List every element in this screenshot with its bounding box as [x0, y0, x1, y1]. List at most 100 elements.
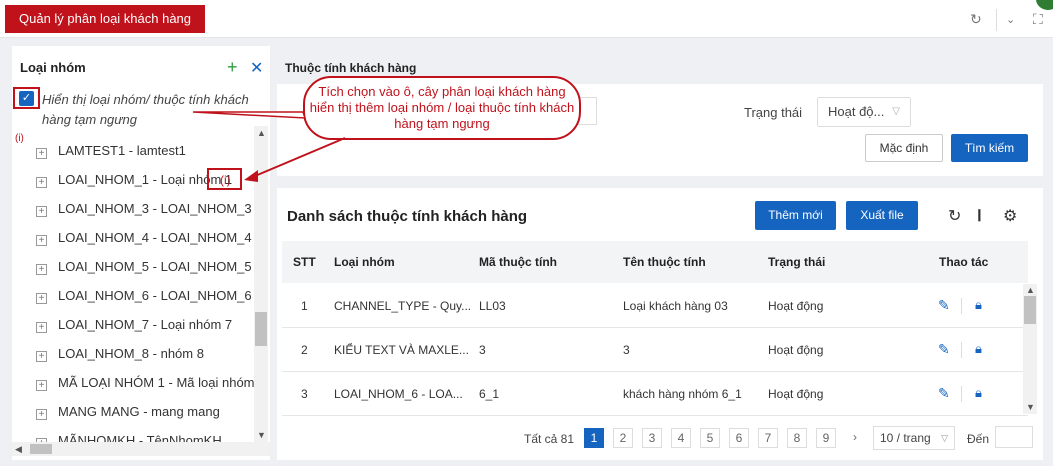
edit-icon[interactable]: ✎: [938, 341, 950, 358]
scroll-down-icon[interactable]: ▼: [1026, 402, 1035, 412]
expand-icon[interactable]: +: [36, 148, 47, 159]
cell-group: KIỂU TEXT VÀ MAXLE...: [334, 343, 469, 357]
tree-item-label: LAMTEST1 - lamtest1: [58, 143, 186, 158]
expand-icon[interactable]: +: [36, 380, 47, 391]
page-button[interactable]: 1: [584, 428, 604, 448]
app-title-tab[interactable]: Quản lý phân loại khách hàng: [5, 5, 206, 33]
table-header: STT Loại nhóm Mã thuộc tính Tên thuộc tí…: [282, 241, 1028, 283]
tree-item-label: LOAI_NHOM_7 - Loại nhóm 7: [58, 317, 233, 332]
expand-icon[interactable]: +: [36, 264, 47, 275]
page-button[interactable]: 2: [613, 428, 633, 448]
cell-status: Hoạt động: [768, 343, 824, 357]
export-button[interactable]: Xuất file: [846, 201, 918, 230]
expand-icon[interactable]: +: [36, 206, 47, 217]
expand-icon[interactable]: +: [36, 351, 47, 362]
tree-item-label: LOAI_NHOM_3 - LOAI_NHOM_3: [58, 201, 252, 216]
table-row[interactable]: 1 CHANNEL_TYPE - Quy... LL03 Loại khách …: [282, 284, 1028, 328]
tree-item[interactable]: + LAMTEST1 - lamtest1: [36, 141, 186, 161]
column-header-actions: Thao tác: [939, 255, 989, 269]
page-button[interactable]: 6: [729, 428, 749, 448]
scroll-down-icon[interactable]: ▼: [257, 430, 266, 440]
goto-label: Đến: [967, 432, 990, 446]
scroll-left-icon[interactable]: ◀: [15, 444, 22, 455]
scroll-thumb[interactable]: [255, 312, 267, 346]
column-header-stt: STT: [293, 255, 316, 269]
action-divider: [961, 386, 962, 402]
chevron-down-icon: ▽: [941, 433, 948, 443]
scroll-up-icon[interactable]: ▲: [1026, 285, 1035, 295]
lock-icon[interactable]: 🔒︎: [975, 341, 982, 357]
cell-name: khách hàng nhóm 6_1: [623, 387, 742, 401]
panel-title: Loại nhóm: [20, 60, 86, 75]
expand-icon[interactable]: +: [36, 235, 47, 246]
tree-item[interactable]: + LOAI_NHOM_7 - Loại nhóm 7: [36, 315, 232, 335]
add-new-button[interactable]: Thêm mới: [755, 201, 836, 230]
tree-horizontal-scrollbar[interactable]: ◀: [12, 442, 270, 456]
tree-item[interactable]: + LOAI_NHOM_8 - nhóm 8: [36, 344, 204, 364]
cell-stt: 3: [301, 387, 308, 401]
scroll-up-icon[interactable]: ▲: [257, 128, 266, 138]
tree-item-label: MANG MANG - mang mang: [58, 404, 220, 419]
cell-status: Hoạt động: [768, 299, 824, 313]
expand-icon[interactable]: +: [36, 409, 47, 420]
tree-item[interactable]: + LOAI_NHOM_5 - LOAI_NHOM_5: [36, 257, 252, 277]
edit-icon[interactable]: ✎: [938, 297, 950, 314]
table-vertical-scrollbar[interactable]: ▲ ▼: [1023, 284, 1037, 414]
close-icon[interactable]: ✕: [250, 58, 263, 78]
action-divider: [961, 298, 962, 314]
next-page-icon[interactable]: ›: [845, 428, 865, 448]
tree-item[interactable]: + MANG MANG - mang mang: [36, 402, 220, 422]
tree-item-label: LOAI_NHOM_5 - LOAI_NHOM_5: [58, 259, 252, 274]
status-select[interactable]: Hoạt độ... ▽: [817, 97, 911, 127]
page-button[interactable]: 7: [758, 428, 778, 448]
page-button[interactable]: 5: [700, 428, 720, 448]
column-height-icon[interactable]: Ⅰ: [977, 206, 982, 226]
refresh-icon[interactable]: ↻: [970, 11, 982, 28]
add-icon[interactable]: +: [227, 57, 238, 78]
lock-icon[interactable]: 🔒︎: [975, 385, 982, 401]
show-suspended-checkbox[interactable]: ✓: [19, 91, 34, 106]
page-button[interactable]: 3: [642, 428, 662, 448]
tree-item-label: LOAI_NHOM_4 - LOAI_NHOM_4: [58, 230, 252, 245]
lock-icon[interactable]: 🔒︎: [975, 297, 982, 313]
page-button[interactable]: 4: [671, 428, 691, 448]
tree-item-label: MÃ LOẠI NHÓM 1 - Mã loại nhóm 1: [58, 375, 266, 390]
tree-item[interactable]: + MÃ LOẠI NHÓM 1 - Mã loại nhóm 1: [36, 373, 265, 393]
fullscreen-icon[interactable]: ⛶: [1033, 11, 1043, 28]
edit-icon[interactable]: ✎: [938, 385, 950, 402]
column-header-name: Tên thuộc tính: [623, 255, 706, 269]
checkbox-highlight: ✓: [13, 87, 40, 109]
tree-item[interactable]: + LOAI_NHOM_4 - LOAI_NHOM_4: [36, 228, 252, 248]
expand-icon[interactable]: +: [36, 177, 47, 188]
expand-icon[interactable]: +: [36, 322, 47, 333]
scroll-thumb[interactable]: [1024, 296, 1036, 324]
cell-code: 6_1: [479, 387, 500, 401]
status-label: Trạng thái: [744, 105, 803, 120]
pagination: Tất cả 81 1 2 3 4 5 6 7 8 9 › 10 / trang…: [277, 426, 1043, 452]
tree-item-label: LOAI_NHOM_8 - nhóm 8: [58, 346, 204, 361]
refresh-icon[interactable]: ↻: [948, 206, 961, 226]
tree-item[interactable]: + LOAI_NHOM_1 - Loại nhóm 1: [36, 170, 232, 190]
page-size-select[interactable]: 10 / trang ▽: [873, 426, 955, 450]
group-type-panel: Loại nhóm + ✕ ✓ Hiển thị loại nhóm/ thuộ…: [12, 46, 270, 460]
search-button[interactable]: Tìm kiếm: [951, 134, 1028, 162]
info-marker: (i): [15, 133, 24, 144]
annotation-item-marker: (i): [220, 173, 231, 187]
scroll-thumb[interactable]: [30, 444, 52, 454]
default-button[interactable]: Mặc định: [865, 134, 943, 162]
status-indicator: [1036, 0, 1053, 10]
tree-item[interactable]: + LOAI_NHOM_3 - LOAI_NHOM_3: [36, 199, 252, 219]
page-button[interactable]: 9: [816, 428, 836, 448]
cell-stt: 2: [301, 343, 308, 357]
table-row[interactable]: 2 KIỂU TEXT VÀ MAXLE... 3 3 Hoạt động ✎ …: [282, 328, 1028, 372]
expand-icon[interactable]: +: [36, 293, 47, 304]
chevron-down-icon[interactable]: ⌄: [1006, 13, 1015, 26]
goto-page-input[interactable]: [995, 426, 1033, 448]
page-button[interactable]: 8: [787, 428, 807, 448]
table-row[interactable]: 3 LOAI_NHOM_6 - LOA... 6_1 khách hàng nh…: [282, 372, 1028, 416]
settings-gear-icon[interactable]: ⚙: [1003, 206, 1017, 226]
cell-group: LOAI_NHOM_6 - LOA...: [334, 387, 463, 401]
tree-item[interactable]: + LOAI_NHOM_6 - LOAI_NHOM_6: [36, 286, 252, 306]
show-suspended-label: Hiển thị loại nhóm/ thuộc tính khách hàn…: [42, 92, 249, 127]
tree-vertical-scrollbar[interactable]: ▲ ▼: [254, 126, 268, 442]
